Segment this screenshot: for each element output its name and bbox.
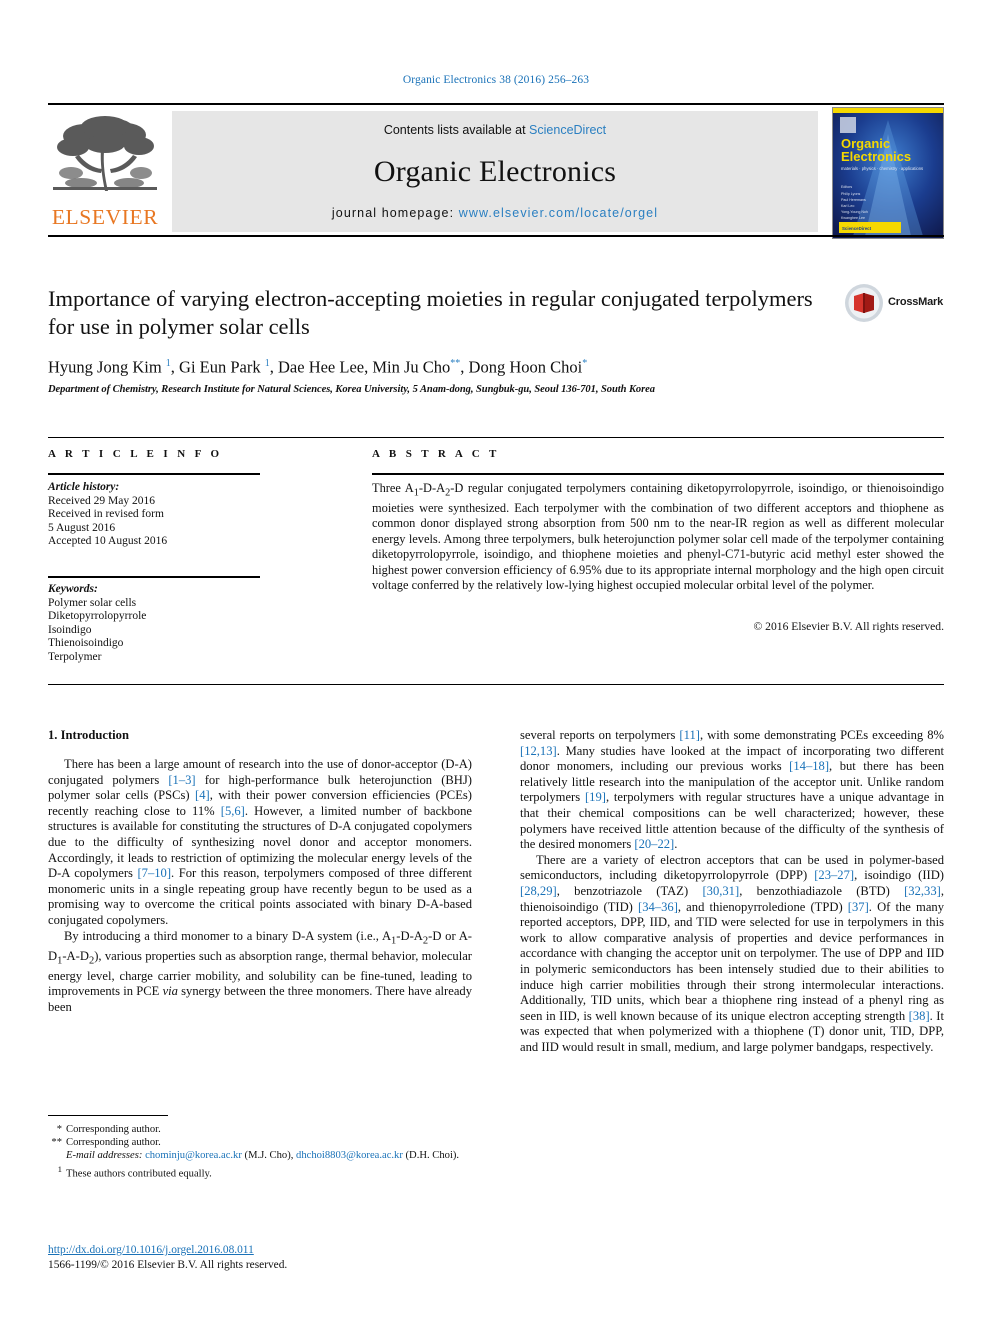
keywords-list: Keywords: Polymer solar cells Diketopyrr… xyxy=(48,583,263,665)
keyword-item: Terpolymer xyxy=(48,650,102,663)
keywords-label: Keywords: xyxy=(48,583,98,595)
article-info-heading: A R T I C L E I N F O xyxy=(48,448,223,460)
doi-block: http://dx.doi.org/10.1016/j.orgel.2016.0… xyxy=(48,1243,472,1272)
contents-lists-line: Contents lists available at ScienceDirec… xyxy=(172,123,818,137)
article-history-label: Article history: xyxy=(48,481,120,493)
journal-homepage-link[interactable]: www.elsevier.com/locate/orgel xyxy=(459,206,658,220)
keyword-item: Thienoisoindigo xyxy=(48,637,124,650)
footnote-text: Corresponding author. xyxy=(66,1137,161,1149)
svg-text:materials · physics · chemistr: materials · physics · chemistry · applic… xyxy=(841,166,923,171)
page-title: Importance of varying electron-accepting… xyxy=(48,286,813,339)
email-owner-cho: (M.J. Cho) xyxy=(244,1150,291,1162)
homepage-prefix: journal homepage: xyxy=(331,206,459,220)
issn-copyright-line: 1566-1199/© 2016 Elsevier B.V. All right… xyxy=(48,1259,288,1271)
doi-link[interactable]: http://dx.doi.org/10.1016/j.orgel.2016.0… xyxy=(48,1243,472,1257)
abstract-column-rule xyxy=(372,473,944,475)
svg-text:ScienceDirect: ScienceDirect xyxy=(842,226,872,231)
sciencedirect-link[interactable]: ScienceDirect xyxy=(529,123,606,137)
masthead-bottom-rule xyxy=(48,235,944,237)
history-item: 5 August 2016 xyxy=(48,521,116,534)
journal-cover-thumbnail: Organic Electronics materials · physics … xyxy=(832,107,944,239)
info-column-rule xyxy=(48,473,260,475)
author-list: Hyung Jong Kim 1, Gi Eun Park 1, Dae Hee… xyxy=(48,357,588,377)
journal-masthead: ELSEVIER Contents lists available at Sci… xyxy=(48,103,944,239)
email-addresses-label: E-mail addresses: xyxy=(66,1150,143,1162)
footnote-emails: E-mail addresses: chominju@korea.ac.kr (… xyxy=(66,1150,460,1162)
journal-title: Organic Electronics xyxy=(373,155,617,188)
email-link-choi[interactable]: dhchoi8803@korea.ac.kr xyxy=(296,1150,403,1161)
footnote-rule xyxy=(48,1115,168,1116)
masthead-top-rule xyxy=(48,103,944,105)
svg-text:Editors: Editors xyxy=(841,185,852,189)
svg-text:Philip Lyons: Philip Lyons xyxy=(841,192,860,196)
footnote-text: These authors contributed equally. xyxy=(66,1168,212,1180)
crossmark-icon xyxy=(845,284,883,322)
footnote-marker: ** xyxy=(51,1137,62,1149)
paragraph: There are a variety of electron acceptor… xyxy=(520,852,945,1054)
paragraph: several reports on terpolymers [11], wit… xyxy=(520,728,944,852)
article-history: Article history: Received 29 May 2016 Re… xyxy=(48,481,263,549)
panel-bottom-rule xyxy=(48,684,944,685)
footnote-corresponding-2: ** Corresponding author. xyxy=(48,1136,472,1149)
footnote-equal-contribution: 1 These authors contributed equally. xyxy=(48,1163,472,1181)
article-info-abstract-panel: A R T I C L E I N F O A B S T R A C T Ar… xyxy=(48,437,944,685)
footnote-marker: * xyxy=(56,1124,62,1135)
crossmark-badge[interactable]: CrossMark xyxy=(844,283,948,327)
footnote-text: Corresponding author. xyxy=(66,1124,161,1135)
footnote-corresponding-1: * Corresponding author. xyxy=(48,1123,472,1136)
email-owner-choi: (D.H. Choi). xyxy=(405,1150,460,1162)
body-column-left: 1. Introduction There has been a large a… xyxy=(48,728,472,1016)
keyword-item: Diketopyrrolopyrrole xyxy=(48,610,147,623)
section-title-introduction: 1. Introduction xyxy=(48,728,129,742)
journal-homepage-line: journal homepage: www.elsevier.com/locat… xyxy=(172,206,818,220)
elsevier-wordmark: ELSEVIER xyxy=(51,205,159,229)
contents-prefix: Contents lists available at xyxy=(383,123,530,137)
svg-text:Kwanghee Lee: Kwanghee Lee xyxy=(841,216,865,220)
elsevier-logo: ELSEVIER xyxy=(48,111,162,233)
history-item: Accepted 10 August 2016 xyxy=(48,535,168,548)
body-column-right: several reports on terpolymers [11], wit… xyxy=(520,728,944,1055)
email-link-cho[interactable]: chominju@korea.ac.kr xyxy=(145,1150,242,1161)
crossmark-label: CrossMark xyxy=(888,296,944,308)
svg-text:Yong-Young Noh: Yong-Young Noh xyxy=(841,210,868,214)
keywords-rule xyxy=(48,576,260,578)
abstract-heading: A B S T R A C T xyxy=(372,448,500,460)
footnotes: * Corresponding author. ** Corresponding a… xyxy=(48,1115,472,1180)
paragraph: There has been a large amount of researc… xyxy=(48,757,472,927)
keyword-item: Polymer solar cells xyxy=(48,596,137,609)
running-head: Organic Electronics 38 (2016) 256–263 xyxy=(402,74,590,86)
journal-header-band: Contents lists available at ScienceDirec… xyxy=(172,111,818,232)
affiliation: Department of Chemistry, Research Instit… xyxy=(48,383,655,395)
journal-article-page: Organic Electronics 38 (2016) 256–263 EL… xyxy=(0,0,992,1323)
svg-text:Karl Leo: Karl Leo xyxy=(841,204,854,208)
keyword-item: Isoindigo xyxy=(48,623,92,636)
history-item: Received in revised form xyxy=(48,508,164,521)
history-item: Received 29 May 2016 xyxy=(48,494,155,507)
elsevier-tree-icon xyxy=(51,111,159,203)
title-block: Importance of varying electron-accepting… xyxy=(48,285,838,395)
svg-text:Paul Heremans: Paul Heremans xyxy=(841,198,866,202)
abstract-text: Three A1-D-A2-D regular conjugated terpo… xyxy=(372,481,944,592)
svg-text:Electronics: Electronics xyxy=(841,149,911,164)
panel-top-rule xyxy=(48,437,944,438)
paragraph: By introducing a third monomer to a bina… xyxy=(48,928,473,1014)
abstract-copyright: © 2016 Elsevier B.V. All rights reserved… xyxy=(753,620,944,633)
footnote-marker: 1 xyxy=(57,1163,62,1174)
